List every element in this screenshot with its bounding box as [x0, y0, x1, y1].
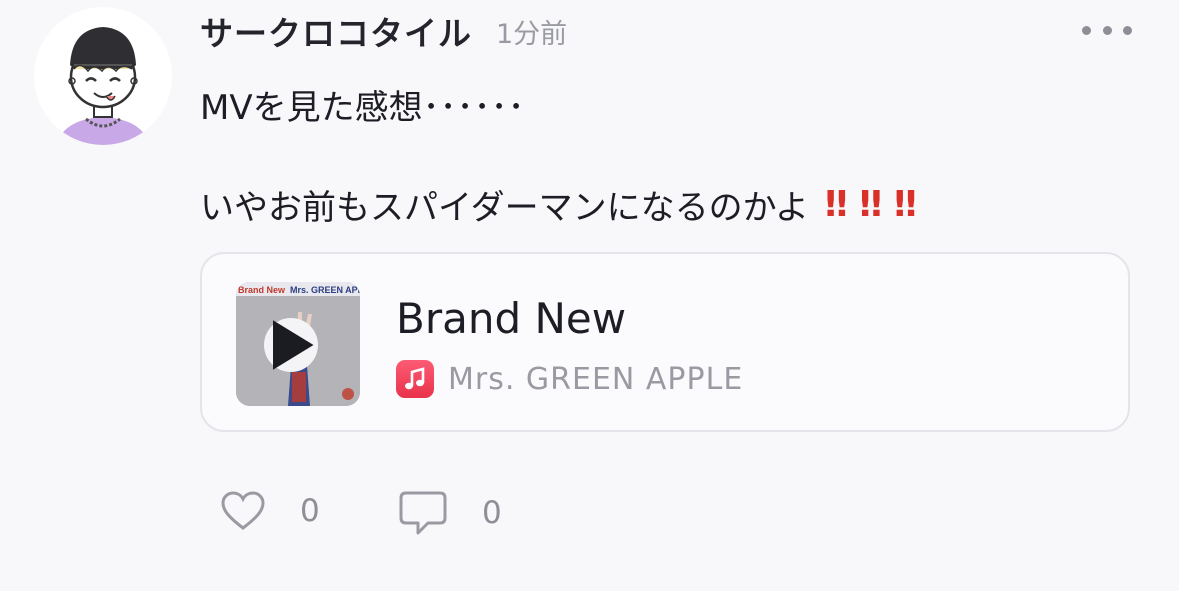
- apple-music-icon: [396, 360, 434, 398]
- like-button[interactable]: 0: [220, 490, 320, 532]
- artist-name: Mrs. GREEN APPLE: [448, 361, 744, 397]
- post-text-line-2-content: いやお前もスパイダーマンになるのかよ: [200, 188, 809, 228]
- double-exclamation-icon: ‼: [824, 184, 847, 225]
- post-text-line-2: いやお前もスパイダーマンになるのかよ ‼ ‼ ‼: [200, 180, 929, 229]
- play-icon: [273, 320, 314, 370]
- double-exclamation-icon: ‼: [894, 184, 916, 225]
- comment-button[interactable]: 0: [398, 490, 502, 536]
- exclamation-emojis: ‼ ‼ ‼: [825, 184, 929, 225]
- double-exclamation-icon: ‼: [859, 184, 882, 225]
- timestamp: 1分前: [496, 18, 568, 50]
- more-options-icon[interactable]: [1082, 18, 1132, 42]
- artist-row: Mrs. GREEN APPLE: [396, 360, 743, 398]
- album-artwork[interactable]: Brand New Mrs. GREEN APPLE: [236, 282, 360, 406]
- track-title: Brand New: [396, 294, 627, 343]
- comment-count: 0: [482, 495, 502, 531]
- post-text-line-1: MVを見た感想･･････: [200, 88, 525, 128]
- avatar[interactable]: [34, 7, 172, 145]
- music-card[interactable]: Brand New Mrs. GREEN APPLE Brand New Mrs…: [200, 252, 1130, 432]
- post-header: サークロコタイル 1分前: [200, 8, 567, 54]
- user-name[interactable]: サークロコタイル: [200, 7, 472, 55]
- like-count: 0: [300, 493, 320, 529]
- heart-icon: [221, 491, 265, 530]
- comment-icon: [399, 491, 447, 535]
- play-button[interactable]: [264, 318, 318, 372]
- avatar-illustration: [34, 7, 172, 145]
